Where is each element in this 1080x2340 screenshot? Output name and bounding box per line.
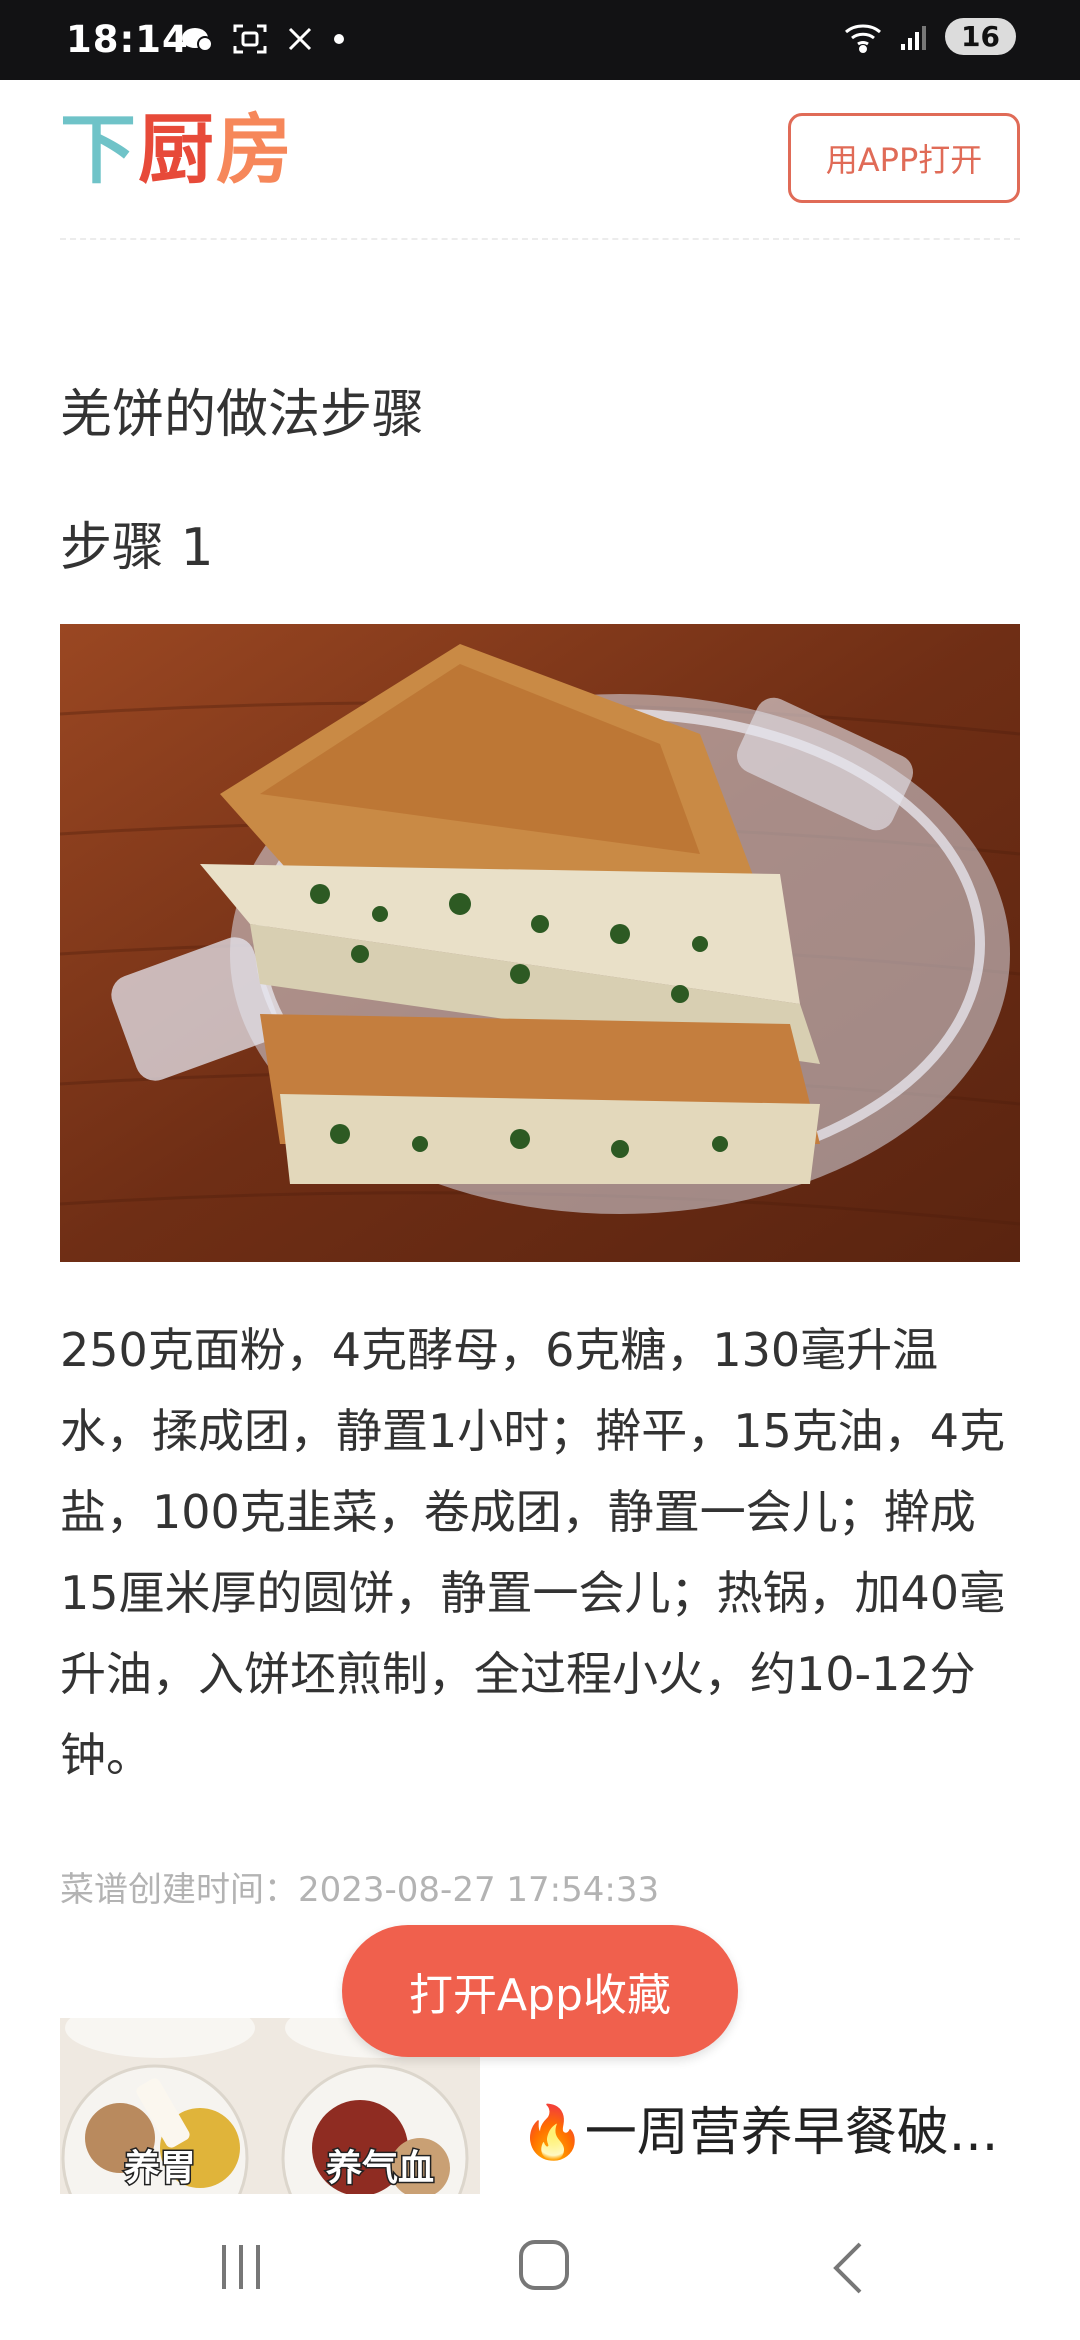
status-bar: 18:14 16 bbox=[0, 0, 1080, 80]
back-icon[interactable] bbox=[826, 2238, 872, 2298]
recommend-title[interactable]: 🔥一周营养早餐破... bbox=[520, 2090, 998, 2165]
status-notification-icons bbox=[180, 22, 346, 56]
screenshot-icon bbox=[233, 24, 267, 54]
step-title: 步骤 1 bbox=[60, 518, 214, 578]
site-logo[interactable]: 下厨房 bbox=[60, 112, 294, 188]
battery-indicator: 16 bbox=[945, 18, 1016, 55]
x-logo-icon bbox=[288, 27, 312, 51]
open-in-app-button[interactable]: 用APP打开 bbox=[788, 113, 1020, 203]
step-photo[interactable] bbox=[60, 624, 1020, 1262]
recent-apps-icon[interactable] bbox=[216, 2239, 266, 2295]
site-header: 下厨房 用APP打开 bbox=[0, 80, 1080, 240]
dot-icon bbox=[334, 34, 344, 44]
header-divider bbox=[60, 238, 1020, 240]
home-icon[interactable] bbox=[516, 2236, 572, 2296]
open-app-favorite-button[interactable]: 打开App收藏 bbox=[342, 1925, 738, 2057]
fire-icon: 🔥 bbox=[520, 2103, 585, 2163]
status-system-icons: 16 bbox=[843, 18, 1016, 55]
status-time: 18:14 bbox=[66, 18, 189, 61]
wifi-icon bbox=[845, 24, 882, 53]
created-time: 菜谱创建时间：2023-08-27 17:54:33 bbox=[60, 1870, 660, 1910]
thumb-label-2: 养气血 bbox=[326, 2147, 434, 2188]
thumb-label-1: 养胃 bbox=[124, 2147, 196, 2188]
page-title: 羌饼的做法步骤 bbox=[60, 385, 425, 445]
chat-bubble-icon bbox=[182, 28, 213, 52]
system-nav-bar bbox=[0, 2194, 1080, 2340]
scallion-pancake-photo bbox=[60, 624, 1020, 1262]
signal-icon bbox=[901, 25, 927, 50]
step-description: 250克面粉，4克酵母，6克糖，130毫升温水，揉成团，静置1小时；擀平，15克… bbox=[60, 1323, 1006, 1782]
